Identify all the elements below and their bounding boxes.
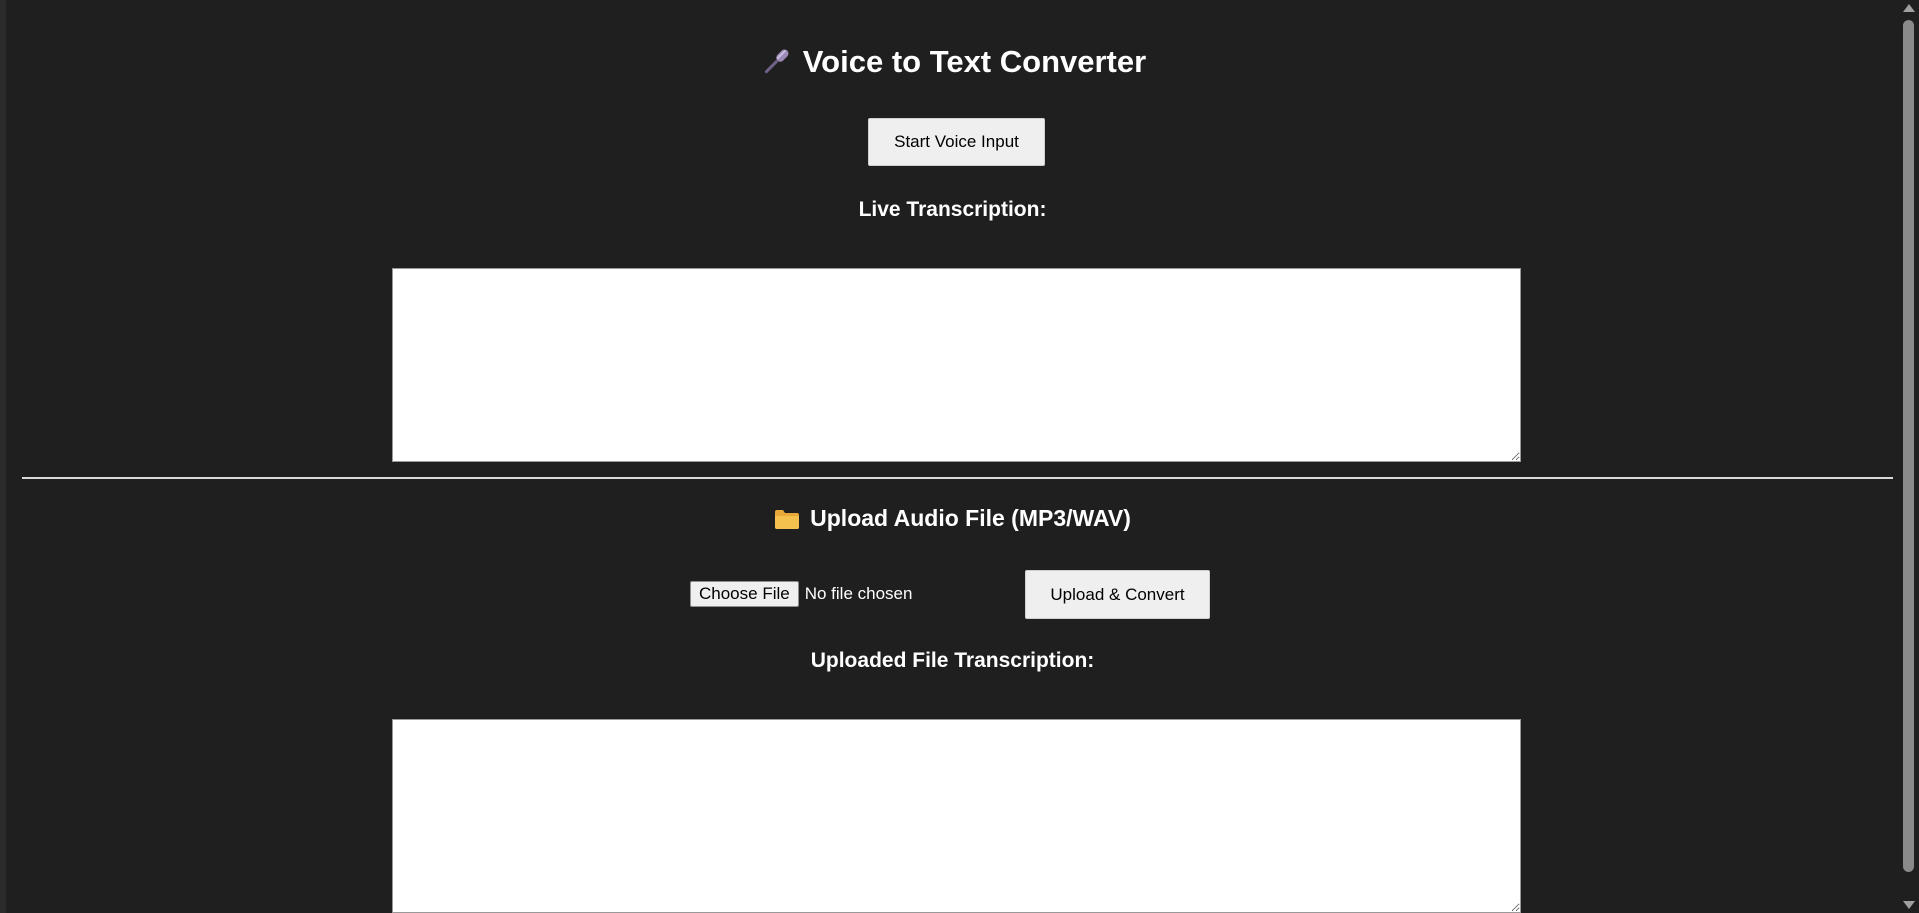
upload-section-title: Upload Audio File (MP3/WAV)	[774, 505, 1131, 532]
page-title: Voice to Text Converter	[759, 44, 1146, 80]
upload-convert-button[interactable]: Upload & Convert	[1025, 570, 1210, 619]
scroll-down-arrow-icon[interactable]	[1903, 901, 1915, 909]
upload-title-row: Upload Audio File (MP3/WAV)	[6, 505, 1899, 535]
title-row: Voice to Text Converter	[6, 44, 1899, 84]
folder-icon	[775, 509, 800, 529]
file-status-text: No file chosen	[804, 584, 913, 603]
scrollbar-thumb[interactable]	[1903, 20, 1914, 872]
microphone-icon	[764, 49, 789, 74]
vertical-scrollbar[interactable]	[1899, 0, 1919, 913]
file-input[interactable]: Choose File No file chosen	[690, 581, 912, 607]
page-title-text: Voice to Text Converter	[802, 44, 1147, 79]
start-voice-input-button[interactable]: Start Voice Input	[868, 118, 1045, 166]
uploaded-transcription-label: Uploaded File Transcription:	[810, 649, 1095, 672]
scroll-up-arrow-icon[interactable]	[1903, 4, 1915, 12]
page: Voice to Text Converter Start Voice Inpu…	[0, 0, 1899, 913]
section-divider	[22, 477, 1893, 479]
live-transcription-textarea[interactable]	[392, 268, 1521, 462]
upload-section-title-text: Upload Audio File (MP3/WAV)	[810, 505, 1131, 531]
uploaded-transcription-textarea[interactable]	[392, 719, 1521, 913]
live-transcription-label: Live Transcription:	[858, 198, 1047, 221]
choose-file-button[interactable]: Choose File	[690, 581, 799, 607]
